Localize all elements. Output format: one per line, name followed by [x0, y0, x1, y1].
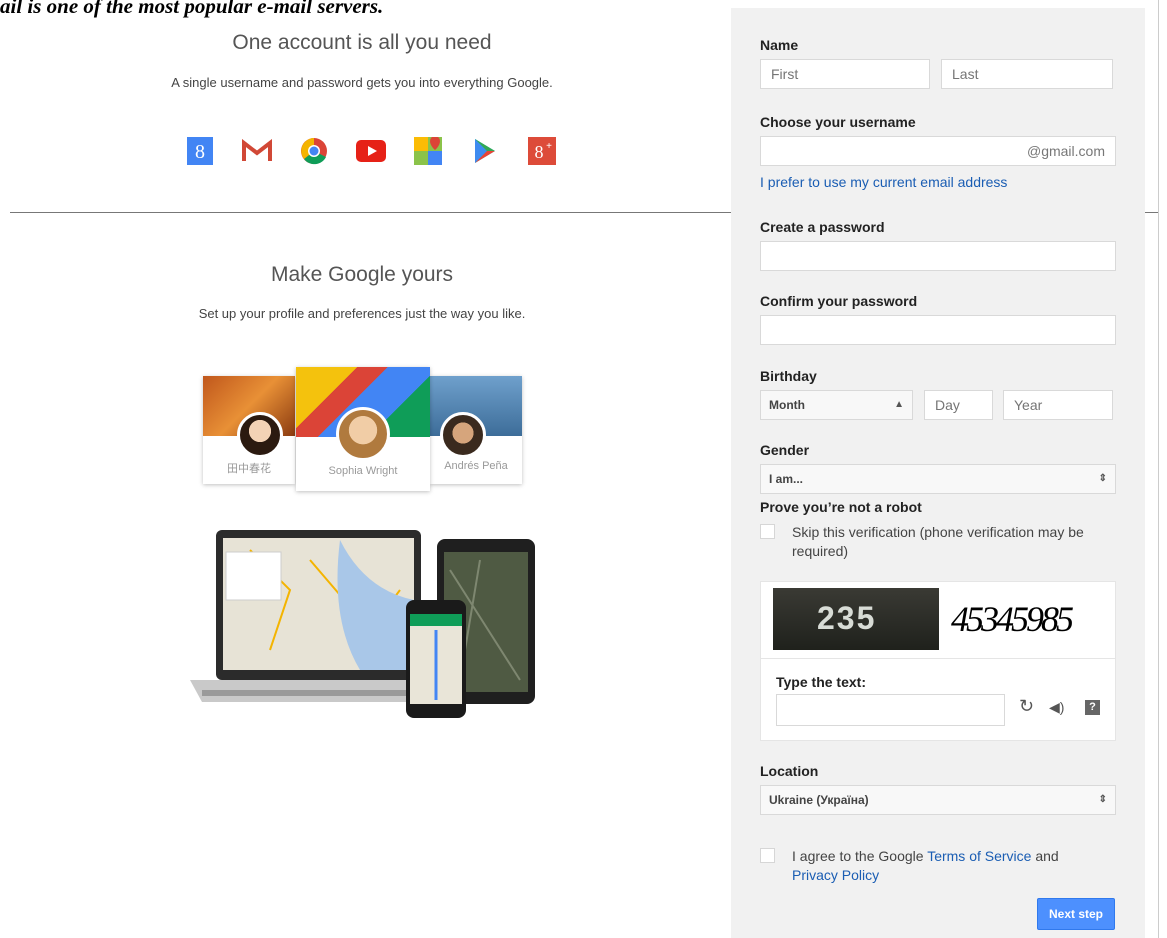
captcha-image-word: 45345985 [951, 599, 1074, 639]
profile-card: Andrés Peña [430, 376, 522, 484]
right-edge-strip [1158, 0, 1167, 938]
avatar [440, 412, 486, 458]
username-label: Choose your username [760, 114, 916, 130]
app-icons-row: 8 8 + [185, 136, 557, 166]
day-input[interactable] [924, 390, 993, 420]
section-title-account: One account is all you need [232, 31, 492, 54]
signup-form-panel: Name Choose your username @gmail.com I p… [731, 8, 1145, 938]
captcha-box: 235 45345985 Type the text: ↻ ◀) ? [760, 581, 1116, 741]
first-name-input[interactable] [760, 59, 930, 89]
confirm-password-label: Confirm your password [760, 293, 918, 309]
captcha-image-number: 235 [773, 588, 939, 650]
avatar [237, 412, 283, 458]
avatar [336, 407, 390, 461]
location-label: Location [760, 763, 819, 779]
birthday-label: Birthday [760, 368, 817, 384]
month-value: Month [769, 398, 805, 412]
svg-text:+: + [546, 141, 552, 152]
maps-icon [413, 136, 443, 166]
profile-card: Sophia Wright [296, 367, 430, 491]
month-select[interactable]: Month ▲ [760, 390, 913, 420]
password-input[interactable] [760, 241, 1116, 271]
confirm-password-input[interactable] [760, 315, 1116, 345]
profile-name: 田中春花 [227, 463, 271, 475]
profile-name: Sophia Wright [328, 465, 398, 477]
page-caption: ail is one of the most popular e-mail se… [0, 0, 384, 18]
help-icon[interactable]: ? [1085, 700, 1100, 715]
profile-name: Andrés Peña [444, 460, 508, 472]
last-name-input[interactable] [941, 59, 1113, 89]
robot-label: Prove you’re not a robot [760, 499, 922, 515]
skip-verification-checkbox[interactable] [760, 524, 775, 539]
name-label: Name [760, 37, 799, 53]
svg-text:8: 8 [195, 141, 205, 163]
youtube-icon [356, 136, 386, 166]
refresh-icon[interactable]: ↻ [1019, 696, 1034, 717]
password-label: Create a password [760, 219, 885, 235]
privacy-policy-link[interactable]: Privacy Policy [792, 867, 879, 883]
section-title-profile: Make Google yours [270, 263, 454, 286]
section-subtitle-profile: Set up your profile and preferences just… [198, 306, 526, 321]
location-value: Ukraine (Україна) [769, 793, 869, 807]
next-step-button[interactable]: Next step [1037, 898, 1115, 930]
chrome-icon [299, 136, 329, 166]
google-search-icon: 8 [185, 136, 215, 166]
gender-value: I am... [769, 472, 804, 486]
play-icon [470, 136, 500, 166]
devices-illustration [190, 530, 540, 720]
google-plus-icon: 8 + [527, 136, 557, 166]
select-arrows-icon: ⇕ [1098, 794, 1107, 805]
gmail-suffix: @gmail.com [1026, 143, 1105, 159]
type-text-label: Type the text: [776, 674, 866, 690]
skip-verification-text: Skip this verification (phone verificati… [792, 524, 1084, 559]
svg-text:8: 8 [535, 142, 544, 162]
terms-checkbox[interactable] [760, 848, 775, 863]
captcha-input[interactable] [776, 694, 1005, 726]
year-input[interactable] [1003, 390, 1113, 420]
gender-label: Gender [760, 442, 810, 458]
terms-text: I agree to the Google Terms of Service a… [792, 848, 1059, 883]
select-arrows-icon: ▲ [894, 399, 904, 410]
profile-card: 田中春花 [203, 376, 295, 484]
audio-icon[interactable]: ◀) [1049, 699, 1064, 716]
gender-select[interactable]: I am... ⇕ [760, 464, 1116, 494]
section-subtitle-account: A single username and password gets you … [171, 75, 553, 90]
location-select[interactable]: Ukraine (Україна) ⇕ [760, 785, 1116, 815]
select-arrows-icon: ⇕ [1098, 473, 1107, 484]
prefer-email-link[interactable]: I prefer to use my current email address [760, 174, 1007, 190]
username-input[interactable]: @gmail.com [760, 136, 1116, 166]
gmail-icon [242, 136, 272, 166]
terms-of-service-link[interactable]: Terms of Service [927, 848, 1031, 864]
